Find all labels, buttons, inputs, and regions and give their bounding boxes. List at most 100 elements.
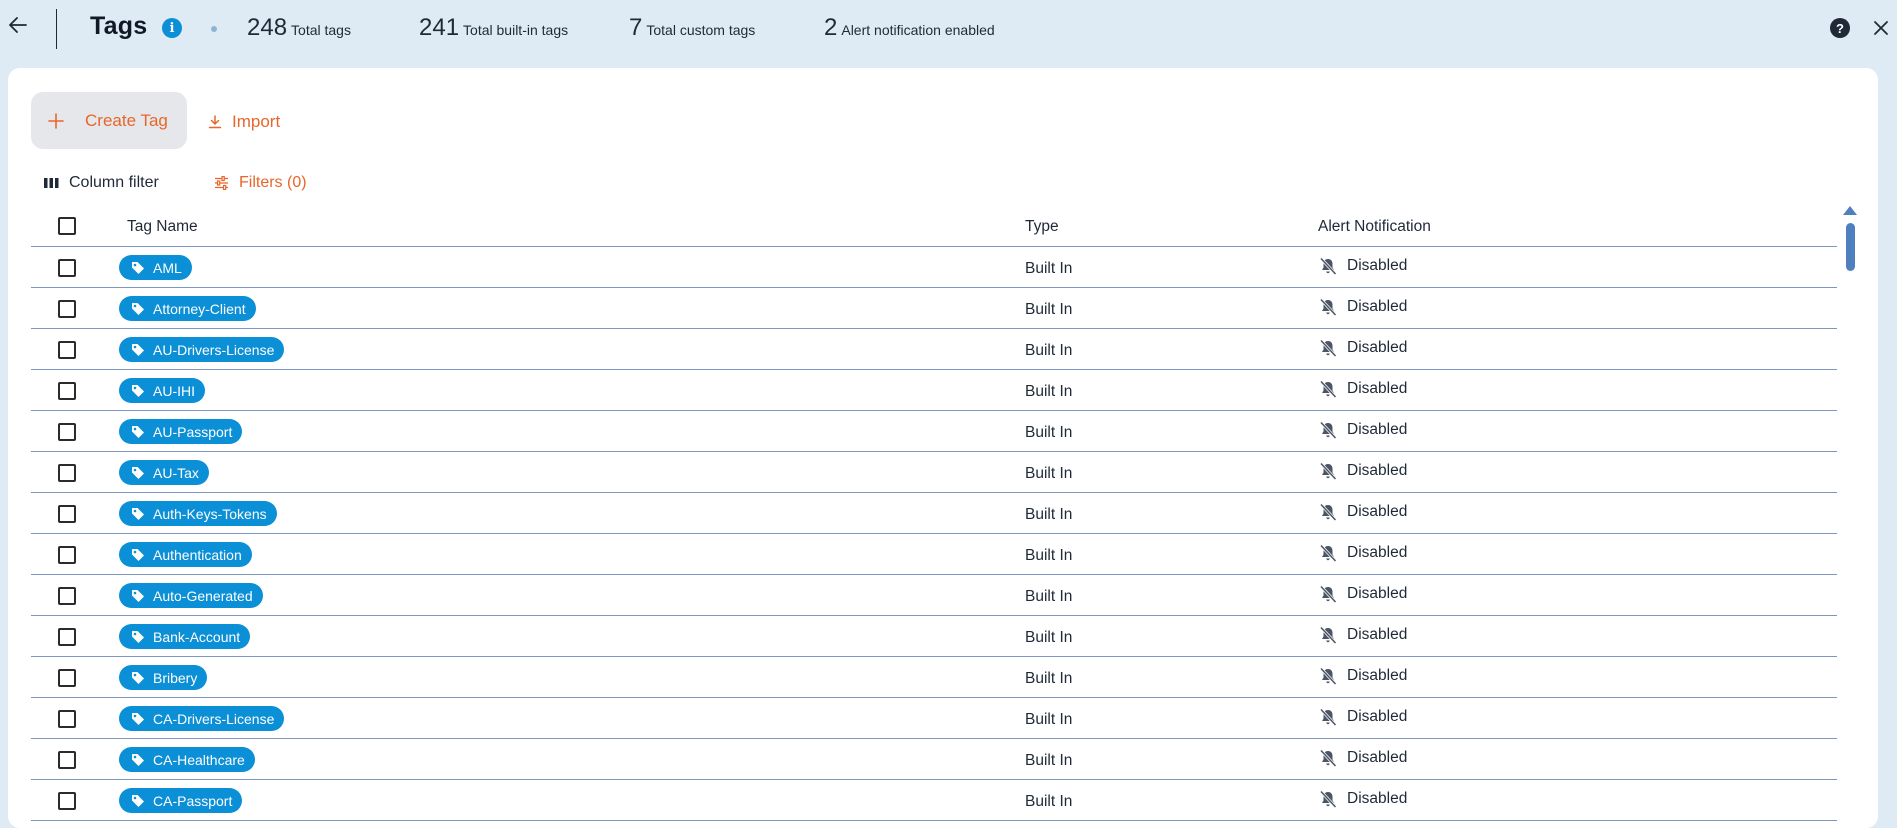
select-all-checkbox[interactable] xyxy=(58,217,76,235)
table-row[interactable]: AU-Tax Built In Disabled xyxy=(31,452,1837,493)
tag-pill[interactable]: Authentication xyxy=(119,542,252,567)
column-header-alert-notification[interactable]: Alert Notification xyxy=(1318,218,1431,236)
alert-status: Disabled xyxy=(1347,380,1408,397)
table-row[interactable]: AU-Drivers-License Built In Disabled xyxy=(31,329,1837,370)
tags-table: Tag Name Type Alert Notification AML Buil… xyxy=(31,206,1837,821)
type-cell: Built In xyxy=(1025,752,1073,769)
row-checkbox[interactable] xyxy=(58,464,76,482)
row-checkbox[interactable] xyxy=(58,628,76,646)
row-checkbox[interactable] xyxy=(58,259,76,277)
info-icon[interactable]: i xyxy=(162,18,182,38)
stat-total-built-in-tags: 241 Total built-in tags xyxy=(419,14,568,42)
tag-pill[interactable]: AU-Tax xyxy=(119,460,209,485)
table-row[interactable]: Authentication Built In Disabled xyxy=(31,534,1837,575)
tag-pill[interactable]: Bribery xyxy=(119,665,208,690)
table-row[interactable]: Auto-Generated Built In Disabled xyxy=(31,575,1837,616)
tag-name: AU-Tax xyxy=(153,464,199,481)
close-icon xyxy=(1874,21,1888,35)
tag-pill[interactable]: Attorney-Client xyxy=(119,296,256,321)
filters-button[interactable]: Filters (0) xyxy=(214,172,307,194)
stat-value: 7 xyxy=(629,14,643,41)
type-cell: Built In xyxy=(1025,711,1073,728)
row-checkbox[interactable] xyxy=(58,423,76,441)
bell-off-icon xyxy=(1319,503,1337,522)
tag-pill[interactable]: AML xyxy=(119,255,192,280)
table-body: AML Built In Disabled Attorney-Client Built … xyxy=(31,247,1837,821)
table-row[interactable]: Bank-Account Built In Disabled xyxy=(31,616,1837,657)
row-checkbox[interactable] xyxy=(58,300,76,318)
bell-off-icon xyxy=(1319,667,1337,686)
tag-pill[interactable]: AU-Drivers-License xyxy=(119,337,285,362)
alert-notification-cell: Disabled xyxy=(1318,256,1407,276)
create-tag-button[interactable]: Create Tag xyxy=(31,92,187,149)
row-checkbox[interactable] xyxy=(58,710,76,728)
tag-pill[interactable]: Auto-Generated xyxy=(119,583,263,608)
stat-label: Total built-in tags xyxy=(463,22,569,38)
bell-off-icon xyxy=(1319,585,1337,604)
separator-dot xyxy=(211,26,217,32)
tag-pill[interactable]: AU-IHI xyxy=(119,378,205,403)
tag-icon xyxy=(132,466,144,479)
import-button[interactable]: Import xyxy=(208,110,280,134)
tag-pill[interactable]: CA-Healthcare xyxy=(119,747,255,772)
row-checkbox[interactable] xyxy=(58,669,76,687)
tag-pill[interactable]: Auth-Keys-Tokens xyxy=(119,501,277,526)
tag-icon xyxy=(132,425,144,438)
bell-off-icon xyxy=(1319,380,1337,399)
alert-notification-cell: Disabled xyxy=(1318,297,1407,317)
alert-notification-cell: Disabled xyxy=(1318,707,1407,727)
row-checkbox[interactable] xyxy=(58,587,76,605)
help-icon[interactable]: ? xyxy=(1830,18,1850,38)
sliders-icon xyxy=(215,176,228,190)
scroll-up-arrow[interactable] xyxy=(1843,206,1857,215)
alert-status: Disabled xyxy=(1347,626,1408,643)
stat-label: Total custom tags xyxy=(646,22,756,38)
scrollbar-thumb[interactable] xyxy=(1846,223,1855,271)
tag-icon xyxy=(132,548,144,561)
tag-name: Attorney-Client xyxy=(153,300,246,317)
column-filter-button[interactable]: Column filter xyxy=(44,172,159,194)
table-row[interactable]: Attorney-Client Built In Disabled xyxy=(31,288,1837,329)
table-row[interactable]: AU-Passport Built In Disabled xyxy=(31,411,1837,452)
row-checkbox[interactable] xyxy=(58,546,76,564)
back-button[interactable] xyxy=(6,13,30,37)
column-header-type[interactable]: Type xyxy=(1025,218,1059,236)
type-cell: Built In xyxy=(1025,506,1073,523)
alert-status: Disabled xyxy=(1347,339,1408,356)
tag-pill[interactable]: CA-Drivers-License xyxy=(119,706,285,731)
type-cell: Built In xyxy=(1025,670,1073,687)
column-header-tag-name[interactable]: Tag Name xyxy=(127,218,198,236)
alert-notification-cell: Disabled xyxy=(1318,748,1407,768)
row-checkbox[interactable] xyxy=(58,382,76,400)
row-checkbox[interactable] xyxy=(58,341,76,359)
table-row[interactable]: AU-IHI Built In Disabled xyxy=(31,370,1837,411)
tag-pill[interactable]: CA-Passport xyxy=(119,788,243,813)
row-checkbox[interactable] xyxy=(58,751,76,769)
tag-name: AU-Passport xyxy=(153,423,233,440)
table-row[interactable]: CA-Drivers-License Built In Disabled xyxy=(31,698,1837,739)
tag-pill[interactable]: Bank-Account xyxy=(119,624,251,649)
alert-status: Disabled xyxy=(1347,585,1408,602)
stat-label: Total tags xyxy=(291,22,351,38)
table-row[interactable]: Bribery Built In Disabled xyxy=(31,657,1837,698)
table-row[interactable]: CA-Passport Built In Disabled xyxy=(31,780,1837,821)
download-icon xyxy=(208,115,222,129)
bell-off-icon xyxy=(1319,790,1337,809)
header-divider xyxy=(56,9,57,49)
tag-pill[interactable]: AU-Passport xyxy=(119,419,243,444)
tag-icon xyxy=(132,302,144,315)
table-row[interactable]: Auth-Keys-Tokens Built In Disabled xyxy=(31,493,1837,534)
alert-status: Disabled xyxy=(1347,667,1408,684)
alert-notification-cell: Disabled xyxy=(1318,543,1407,563)
stat-label: Alert notification enabled xyxy=(841,22,995,38)
tag-icon xyxy=(132,589,144,602)
tag-name: Bribery xyxy=(153,669,198,686)
row-checkbox[interactable] xyxy=(58,505,76,523)
row-checkbox[interactable] xyxy=(58,792,76,810)
close-button[interactable] xyxy=(1870,17,1892,39)
stat-value: 241 xyxy=(419,14,460,41)
tag-icon xyxy=(132,507,144,520)
table-row[interactable]: AML Built In Disabled xyxy=(31,247,1837,288)
tag-icon xyxy=(132,630,144,643)
table-row[interactable]: CA-Healthcare Built In Disabled xyxy=(31,739,1837,780)
